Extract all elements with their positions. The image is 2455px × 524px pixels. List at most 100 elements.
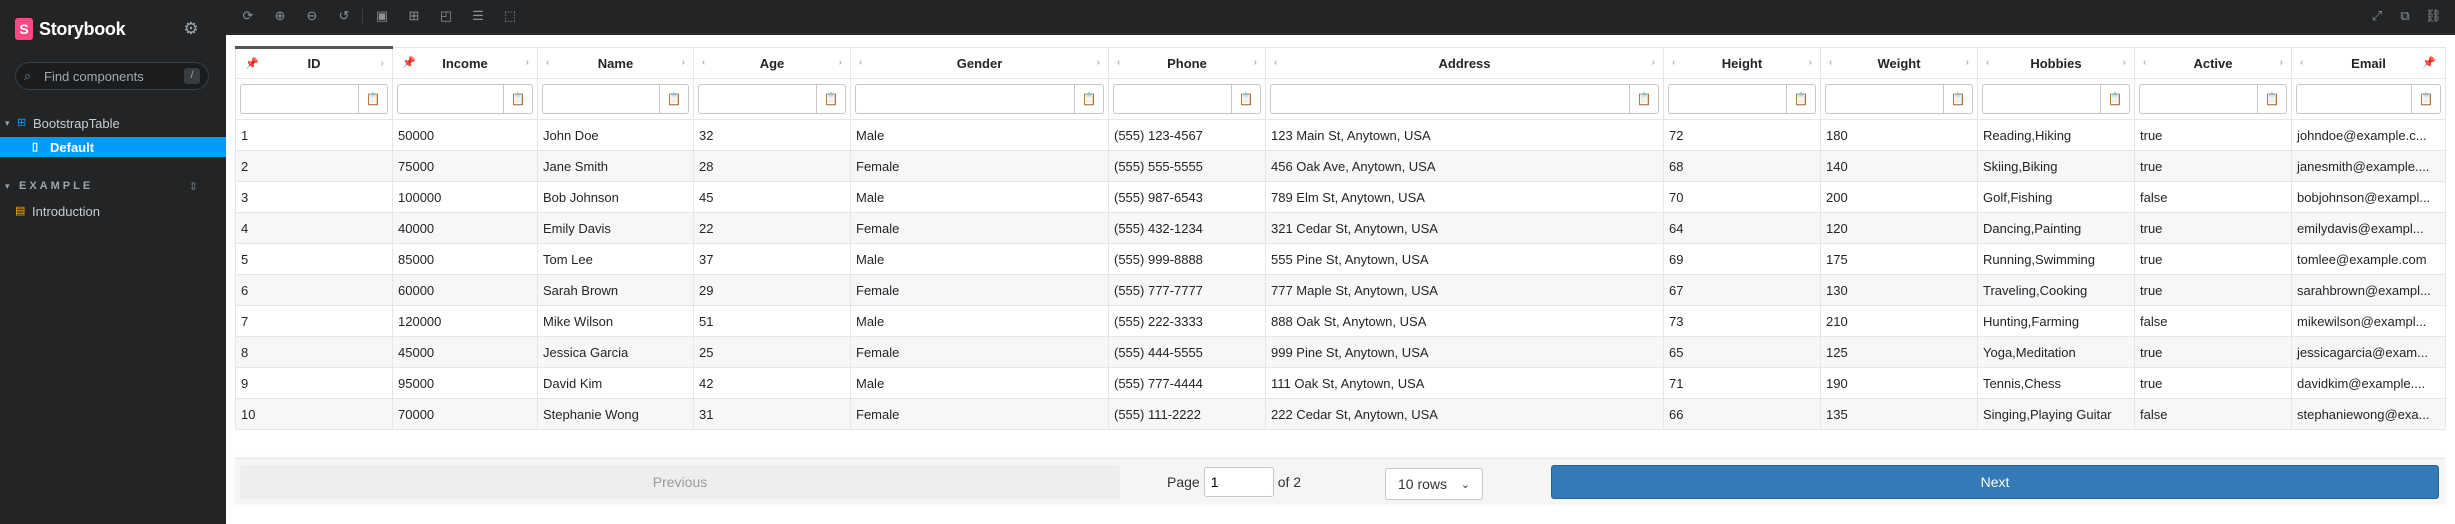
chevron-left-icon[interactable]: ‹ [859, 57, 862, 68]
column-header-address[interactable]: ‹ Address › [1265, 47, 1664, 79]
copy-link-icon[interactable]: ⛓ [2425, 8, 2442, 24]
next-button[interactable]: Next [1551, 465, 2439, 499]
filter-clipboard-icon[interactable]: 📋 [1629, 84, 1659, 114]
pin-icon[interactable]: 📌 [402, 56, 416, 69]
chevron-left-icon[interactable]: ‹ [546, 57, 549, 68]
table-cell: David Kim [537, 367, 694, 399]
filter-input-name[interactable] [542, 84, 659, 114]
fullscreen-icon[interactable]: ⤢ [2369, 8, 2385, 24]
zoom-in-icon[interactable]: ⊕ [272, 8, 288, 24]
table-row[interactable]: 9 95000 David Kim 42 Male (555) 777-4444 111 O… [235, 367, 2446, 399]
column-header-gender[interactable]: ‹ Gender › [850, 47, 1109, 79]
rows-per-page-select[interactable]: 10 rows ⌄ [1385, 468, 1483, 500]
chevron-left-icon[interactable]: ‹ [1672, 57, 1675, 68]
table-cell: true [2134, 367, 2292, 399]
settings-gear-icon[interactable]: ⚙ [182, 20, 200, 38]
chevron-left-icon[interactable]: ‹ [702, 57, 705, 68]
chevron-right-icon[interactable]: › [381, 58, 384, 69]
table-row[interactable]: 8 45000 Jessica Garcia 25 Female (555) 444-55… [235, 336, 2446, 368]
filter-clipboard-icon[interactable]: 📋 [659, 84, 689, 114]
filter-clipboard-icon[interactable]: 📋 [1786, 84, 1816, 114]
filter-clipboard-icon[interactable]: 📋 [2257, 84, 2287, 114]
column-header-id[interactable]: 📌 ID › [235, 46, 393, 79]
chevron-left-icon[interactable]: ‹ [1117, 57, 1120, 68]
chevron-left-icon[interactable]: ‹ [2143, 57, 2146, 68]
filter-clipboard-icon[interactable]: 📋 [503, 84, 533, 114]
chevron-right-icon[interactable]: › [1254, 57, 1257, 68]
column-header-age[interactable]: ‹ Age › [693, 47, 851, 79]
filter-input-id[interactable] [240, 84, 358, 114]
filter-clipboard-icon[interactable]: 📋 [1074, 84, 1104, 114]
filter-clipboard-icon[interactable]: 📋 [816, 84, 846, 114]
chevron-right-icon[interactable]: › [2280, 57, 2283, 68]
zoom-out-icon[interactable]: ⊖ [304, 8, 320, 24]
previous-button[interactable]: Previous [240, 465, 1120, 499]
chevron-right-icon[interactable]: › [1809, 57, 1812, 68]
tree-story-default[interactable]: ▯ Default [0, 137, 226, 157]
tree-component-bootstraptable[interactable]: ▾ ⊞ BootstrapTable [0, 113, 226, 133]
page-number-input[interactable] [1203, 467, 1274, 497]
outline-icon[interactable]: ☰ [470, 8, 486, 24]
tree-group-example[interactable]: ▾ EXAMPLE ⇕ [0, 176, 226, 196]
grid-icon[interactable]: ⊞ [406, 8, 422, 24]
filter-input-address[interactable] [1270, 84, 1629, 114]
table-row[interactable]: 4 40000 Emily Davis 22 Female (555) 432-1234 3… [235, 212, 2446, 244]
filter-input-active[interactable] [2139, 84, 2257, 114]
chevron-right-icon[interactable]: › [839, 57, 842, 68]
chevron-left-icon[interactable]: ‹ [1986, 57, 1989, 68]
table-cell: (555) 777-4444 [1108, 367, 1266, 399]
table-row[interactable]: 2 75000 Jane Smith 28 Female (555) 555-5555 45… [235, 150, 2446, 182]
background-icon[interactable]: ▣ [374, 8, 390, 24]
table-row[interactable]: 10 70000 Stephanie Wong 31 Female (555) 111-2… [235, 398, 2446, 430]
filter-clipboard-icon[interactable]: 📋 [1231, 84, 1261, 114]
expand-collapse-icon[interactable]: ⇕ [189, 180, 198, 193]
chevron-left-icon[interactable]: ‹ [1274, 57, 1277, 68]
chevron-right-icon[interactable]: › [1652, 57, 1655, 68]
chevron-right-icon[interactable]: › [526, 57, 529, 68]
filter-input-weight[interactable] [1825, 84, 1943, 114]
column-header-email[interactable]: ‹ Email 📌 [2291, 47, 2446, 79]
column-header-hobbies[interactable]: ‹ Hobbies › [1977, 47, 2135, 79]
column-header-name[interactable]: ‹ Name › [537, 47, 694, 79]
filter-input-gender[interactable] [855, 84, 1074, 114]
filter-clipboard-icon[interactable]: 📋 [2100, 84, 2130, 114]
filter-input-email[interactable] [2296, 84, 2411, 114]
table-row[interactable]: 6 60000 Sarah Brown 29 Female (555) 777-7777 7… [235, 274, 2446, 306]
column-header-active[interactable]: ‹ Active › [2134, 47, 2292, 79]
filter-clipboard-icon[interactable]: 📋 [1943, 84, 1973, 114]
filter-clipboard-icon[interactable]: 📋 [2411, 84, 2441, 114]
viewport-icon[interactable]: ⬚ [502, 8, 518, 24]
pin-icon[interactable]: 📌 [2422, 56, 2436, 69]
open-new-tab-icon[interactable]: ⧉ [2397, 8, 2413, 24]
table-row[interactable]: 7 120000 Mike Wilson 51 Male (555) 222-3333 88… [235, 305, 2446, 337]
table-row[interactable]: 5 85000 Tom Lee 37 Male (555) 999-8888 555 Pin… [235, 243, 2446, 275]
column-header-phone[interactable]: ‹ Phone › [1108, 47, 1266, 79]
chevron-right-icon[interactable]: › [1097, 57, 1100, 68]
table-row[interactable]: 3 100000 Bob Johnson 45 Male (555) 987-6543 78… [235, 181, 2446, 213]
table-cell: Skiing,Biking [1977, 150, 2135, 182]
pin-icon[interactable]: 📌 [245, 57, 259, 70]
column-header-height[interactable]: ‹ Height › [1663, 47, 1821, 79]
filter-input-hobbies[interactable] [1982, 84, 2100, 114]
chevron-right-icon[interactable]: › [2123, 57, 2126, 68]
find-components-input[interactable] [44, 68, 174, 84]
filter-input-age[interactable] [698, 84, 816, 114]
filter-input-phone[interactable] [1113, 84, 1231, 114]
table-cell: Tom Lee [537, 243, 694, 275]
chevron-right-icon[interactable]: › [682, 57, 685, 68]
table-cell: true [2134, 243, 2292, 275]
reload-icon[interactable]: ⟳ [240, 8, 256, 24]
chevron-left-icon[interactable]: ‹ [1829, 57, 1832, 68]
column-header-weight[interactable]: ‹ Weight › [1820, 47, 1978, 79]
filter-clipboard-icon[interactable]: 📋 [358, 84, 388, 114]
filter-input-height[interactable] [1668, 84, 1786, 114]
column-header-income[interactable]: 📌 Income › [392, 47, 538, 79]
chevron-left-icon[interactable]: ‹ [2300, 57, 2303, 68]
chevron-right-icon[interactable]: › [1966, 57, 1969, 68]
storybook-brand[interactable]: S Storybook [15, 18, 126, 40]
tree-doc-introduction[interactable]: ▤ Introduction [0, 201, 226, 221]
zoom-reset-icon[interactable]: ↺ [336, 8, 352, 24]
table-row[interactable]: 1 50000 John Doe 32 Male (555) 123-4567 123 Ma… [235, 119, 2446, 151]
measure-icon[interactable]: ◰ [438, 8, 454, 24]
filter-input-income[interactable] [397, 84, 503, 114]
